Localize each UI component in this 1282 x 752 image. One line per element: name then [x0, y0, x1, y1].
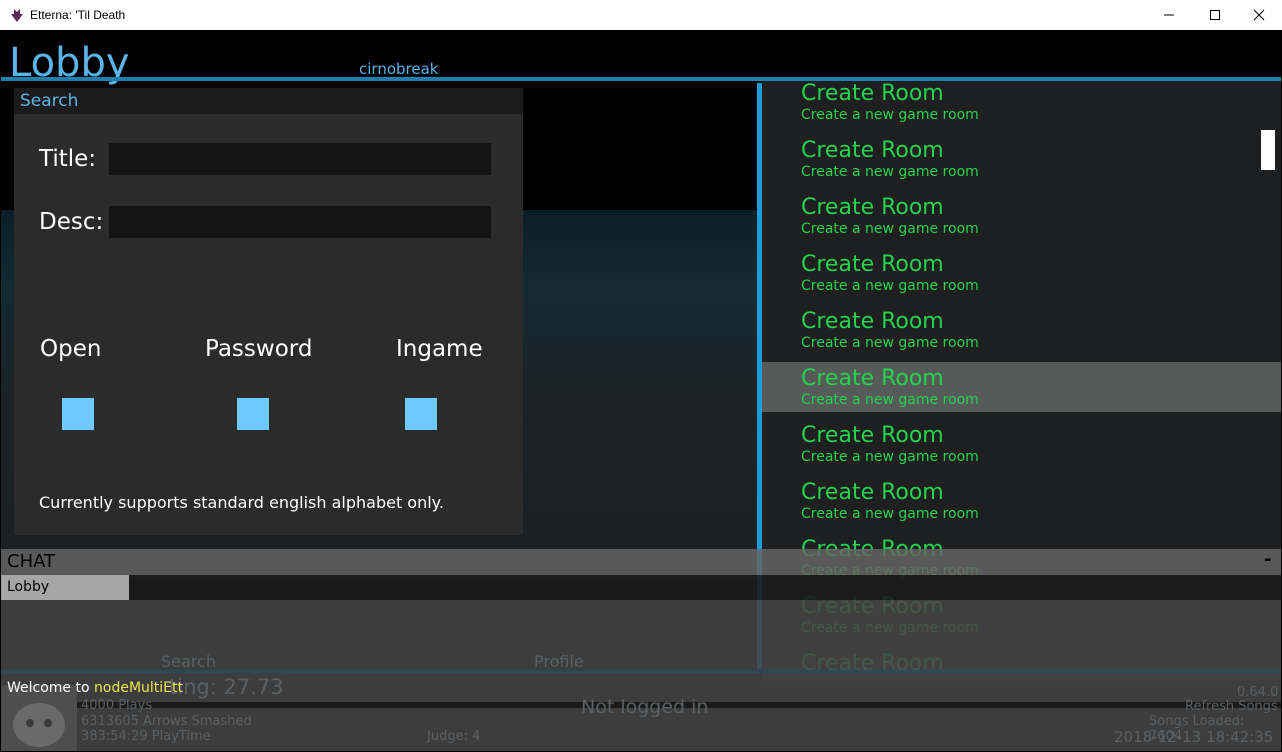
room-description: Create a new game room — [801, 449, 979, 465]
room-name: Create Room — [801, 138, 944, 163]
room-description: Create a new game room — [801, 107, 979, 123]
minimize-button[interactable] — [1146, 0, 1192, 30]
filter-open-checkbox[interactable] — [62, 398, 94, 430]
room-name: Create Room — [801, 366, 944, 391]
room-item[interactable]: Create Room Create a new game room — [762, 480, 1281, 530]
room-item[interactable]: Create Room Create a new game room — [762, 138, 1281, 188]
desc-field-label: Desc: — [39, 209, 104, 235]
desc-search-input[interactable] — [109, 206, 491, 238]
date-time: 2018-12-13 18:42:35 — [1114, 728, 1274, 746]
maximize-icon — [1210, 10, 1220, 20]
search-note: Currently supports standard english alph… — [39, 493, 444, 512]
room-item[interactable]: Create Room Create a new game room — [762, 423, 1281, 473]
version-label: 0.64.0 — [1237, 685, 1279, 700]
maximize-button[interactable] — [1192, 0, 1238, 30]
filter-ingame-checkbox[interactable] — [405, 398, 437, 430]
room-description: Create a new game room — [801, 392, 979, 408]
room-name: Create Room — [801, 81, 944, 106]
filter-password-label: Password — [205, 336, 313, 362]
game-screen: Lobby cirnobreak Search Title: Desc: Ope… — [1, 30, 1281, 751]
welcome-text: Welcome to — [7, 680, 94, 696]
room-item[interactable]: Create Room Create a new game room — [762, 81, 1281, 131]
room-description: Create a new game room — [801, 335, 979, 351]
room-name: Create Room — [801, 252, 944, 277]
chat-header: CHAT - — [1, 549, 1281, 575]
username-label: cirnobreak — [359, 60, 439, 78]
window-titlebar: Etterna: 'Til Death — [0, 0, 1282, 30]
judge-level: Judge: 4 — [427, 729, 481, 744]
search-panel-title: Search — [20, 91, 79, 111]
filter-open-label: Open — [40, 336, 102, 362]
play-count: 4000 Plays — [81, 698, 153, 713]
arrows-smashed: 6313605 Arrows Smashed — [81, 714, 252, 729]
room-item[interactable]: Create Room Create a new game room — [762, 195, 1281, 245]
tab-search[interactable]: Search — [161, 652, 216, 671]
chat-tab-label: Lobby — [7, 579, 50, 595]
player-rating: ting: 27.73 — [169, 675, 284, 699]
room-description: Create a new game room — [801, 221, 979, 237]
chat-title: CHAT — [7, 551, 56, 572]
room-item[interactable]: Create Room Create a new game room — [762, 252, 1281, 302]
login-status[interactable]: Not logged in — [581, 696, 708, 718]
chat-welcome-message: Welcome to nodeMultiEtt — [7, 680, 183, 696]
window-title: Etterna: 'Til Death — [30, 8, 126, 22]
search-panel-header: Search — [14, 88, 523, 114]
close-button[interactable] — [1236, 0, 1282, 30]
filter-ingame-label: Ingame — [396, 336, 483, 362]
title-field-label: Title: — [39, 146, 97, 172]
room-name: Create Room — [801, 480, 944, 505]
room-name: Create Room — [801, 195, 944, 220]
room-item-highlighted[interactable]: Create Room Create a new game room — [762, 362, 1281, 412]
chat-tab-bar: Lobby — [1, 575, 1281, 600]
close-icon — [1253, 9, 1265, 21]
room-list-scrollbar[interactable] — [1261, 130, 1275, 170]
refresh-songs-button[interactable]: Refresh Songs — [1185, 699, 1278, 714]
filter-password-checkbox[interactable] — [237, 398, 269, 430]
etterna-logo-icon — [11, 9, 23, 22]
minimize-icon — [1164, 14, 1174, 16]
server-name: nodeMultiEtt — [94, 680, 183, 696]
room-name: Create Room — [801, 309, 944, 334]
room-description: Create a new game room — [801, 164, 979, 180]
search-panel: Search Title: Desc: Open Password Ingame… — [14, 88, 523, 535]
room-description: Create a new game room — [801, 278, 979, 294]
chat-minimize-button[interactable]: - — [1264, 549, 1271, 570]
room-description: Create a new game room — [801, 506, 979, 522]
room-item[interactable]: Create Room Create a new game room — [762, 309, 1281, 359]
chat-tab-lobby[interactable]: Lobby — [1, 575, 129, 600]
tab-profile[interactable]: Profile — [534, 652, 584, 671]
room-name: Create Room — [801, 423, 944, 448]
title-search-input[interactable] — [109, 143, 491, 175]
playtime: 383:54:29 PlayTime — [81, 729, 211, 744]
